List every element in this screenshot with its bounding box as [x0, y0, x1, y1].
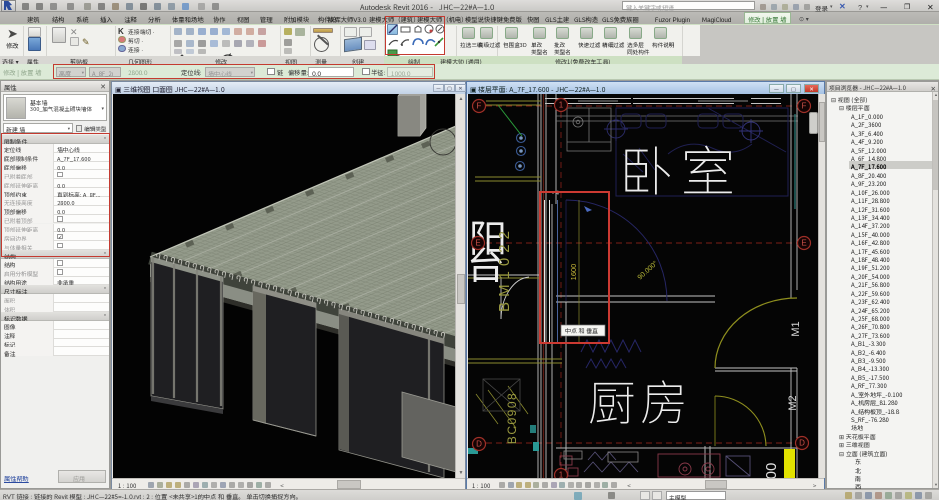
svg-text:E: E: [475, 239, 480, 248]
svg-text:卧室: 卧室: [619, 128, 743, 207]
svg-text:F: F: [477, 102, 482, 111]
svg-text:M2: M2: [787, 395, 799, 410]
svg-text:90.000°: 90.000°: [636, 259, 659, 281]
svg-text:D: D: [799, 439, 805, 448]
svg-text:E: E: [801, 239, 806, 248]
svg-text:BC0908: BC0908: [505, 392, 519, 444]
svg-text:厨房: 厨房: [588, 364, 692, 434]
svg-text:F: F: [802, 102, 807, 111]
svg-text:D: D: [476, 440, 482, 449]
svg-text:中点 和 垂直: 中点 和 垂直: [565, 326, 598, 335]
svg-text:00: 00: [763, 463, 780, 478]
svg-text:BM1022: BM1022: [496, 226, 513, 312]
svg-text:1600: 1600: [569, 264, 578, 281]
svg-text:M1: M1: [790, 321, 802, 336]
svg-text:1: 1: [559, 471, 564, 479]
svg-text:1: 1: [559, 101, 564, 110]
